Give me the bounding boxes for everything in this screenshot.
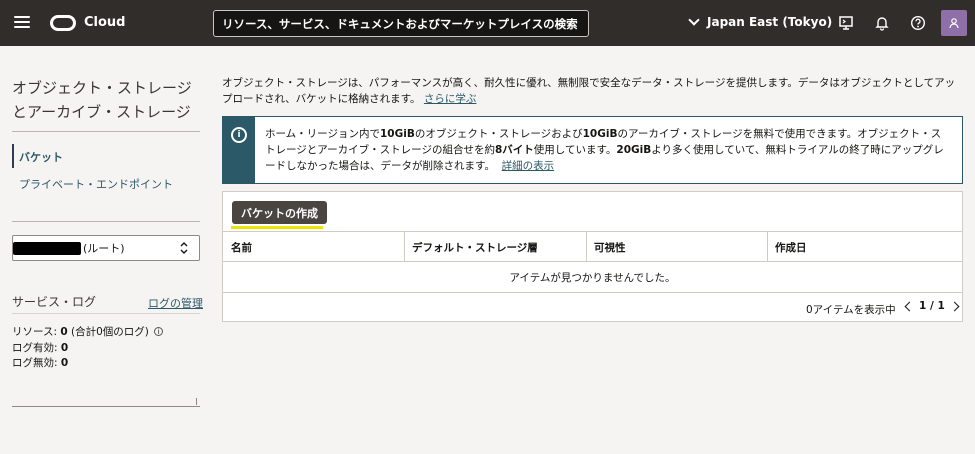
bell-icon[interactable]	[872, 13, 892, 33]
compartment-label: (ルート)	[83, 242, 125, 255]
info-bold-part: 20GiB	[616, 144, 652, 156]
menu-icon[interactable]	[14, 16, 30, 30]
sidebar-title-line2: とアーカイブ・ストレージ	[12, 103, 191, 121]
info-text-part: 使用しています。	[533, 144, 617, 156]
resize-handle[interactable]	[196, 398, 197, 405]
column-header-visibility[interactable]: 可視性	[586, 232, 767, 262]
info-text-part: のオブジェクト・ストレージおよび	[414, 128, 583, 140]
brand-name[interactable]: Cloud	[84, 15, 126, 30]
redacted-compartment-name	[13, 241, 81, 255]
table-header: 名前 デフォルト・ストレージ層 可視性 作成日	[223, 231, 962, 262]
page-indicator: 1 / 1	[919, 300, 945, 312]
info-bold-part: 10GiB	[379, 128, 415, 140]
enabled-row: ログ有効: 0	[12, 340, 68, 355]
divider	[12, 221, 200, 222]
active-indicator	[12, 144, 14, 168]
next-page-icon[interactable]	[949, 301, 960, 311]
top-bar: Cloud リソース、サービス、ドキュメントおよびマーケットプレイスの検索 Ja…	[0, 0, 975, 46]
info-message: ホーム・リージョン内で10GiBのオブジェクト・ストレージおよび10GiBのアー…	[255, 117, 955, 183]
view-details-link[interactable]: 詳細の表示	[502, 160, 555, 172]
divider	[12, 131, 200, 132]
info-text-part: ホーム・リージョン内で	[265, 128, 380, 140]
empty-state-message: アイテムが見つかりませんでした。	[223, 262, 962, 293]
chevron-down-icon	[688, 14, 700, 26]
items-count: 0アイテムを表示中	[806, 304, 896, 316]
enabled-label: ログ有効:	[12, 342, 58, 354]
disabled-row: ログ無効: 0	[12, 355, 68, 370]
cloud-shell-icon[interactable]	[836, 13, 856, 33]
create-bucket-button[interactable]: バケットの作成	[232, 201, 327, 224]
updown-icon	[180, 242, 188, 254]
compartment-select[interactable]: (ルート)	[12, 235, 200, 261]
previous-page-icon[interactable]	[904, 301, 915, 311]
sidebar-title-line1: オブジェクト・ストレージ	[12, 79, 192, 97]
region-selector[interactable]: Japan East (Tokyo)	[688, 14, 833, 29]
sidebar-item-buckets[interactable]: バケット	[19, 149, 63, 165]
service-logs-title: サービス・ログ	[12, 295, 97, 309]
sidebar-title: オブジェクト・ストレージ とアーカイブ・ストレージ	[12, 76, 202, 124]
info-bold-part: 10GiB	[582, 128, 618, 140]
column-header-storage-tier[interactable]: デフォルト・ストレージ層	[404, 232, 586, 262]
disabled-value: 0	[60, 357, 69, 369]
disabled-label: ログ無効:	[12, 357, 58, 369]
intro-description: オブジェクト・ストレージは、パフォーマンスが高く、耐久性に優れ、無制限で安全なデ…	[222, 77, 956, 105]
avatar[interactable]	[941, 10, 967, 36]
info-icon: i	[231, 127, 247, 143]
enabled-value: 0	[60, 342, 69, 354]
region-label: Japan East (Tokyo)	[707, 15, 833, 29]
sidebar-item-private-endpoints[interactable]: プライベート・エンドポイント	[19, 176, 173, 192]
highlight-underline	[231, 226, 323, 229]
learn-more-link[interactable]: さらに学ぶ	[424, 93, 477, 105]
info-icon[interactable]: i	[154, 327, 164, 336]
help-icon[interactable]	[908, 13, 928, 33]
info-strip: i	[223, 117, 255, 183]
column-header-name[interactable]: 名前	[223, 232, 404, 262]
intro-text: オブジェクト・ストレージは、パフォーマンスが高く、耐久性に優れ、無制限で安全なデ…	[222, 75, 962, 107]
resources-value: 0	[60, 326, 68, 338]
buckets-panel: バケットの作成 名前 デフォルト・ストレージ層 可視性 作成日 アイテムが見つか…	[222, 191, 963, 322]
resize-handle-track	[12, 406, 200, 407]
info-banner: i ホーム・リージョン内で10GiBのオブジェクト・ストレージおよび10GiBの…	[222, 116, 963, 184]
manage-logs-link[interactable]: ログの管理	[148, 295, 203, 311]
pagination: 1 / 1	[904, 300, 960, 312]
divider	[12, 313, 200, 314]
info-bold-part: 8バイト	[494, 144, 534, 156]
resources-detail: (合計0個のログ)	[71, 326, 149, 338]
oracle-logo-icon[interactable]	[50, 15, 76, 31]
search-input[interactable]: リソース、サービス、ドキュメントおよびマーケットプレイスの検索	[213, 10, 589, 37]
resources-row: リソース: 0 (合計0個のログ) i	[12, 324, 164, 339]
resources-label: リソース:	[12, 326, 58, 338]
user-icon	[949, 18, 959, 29]
column-header-created[interactable]: 作成日	[767, 232, 962, 262]
